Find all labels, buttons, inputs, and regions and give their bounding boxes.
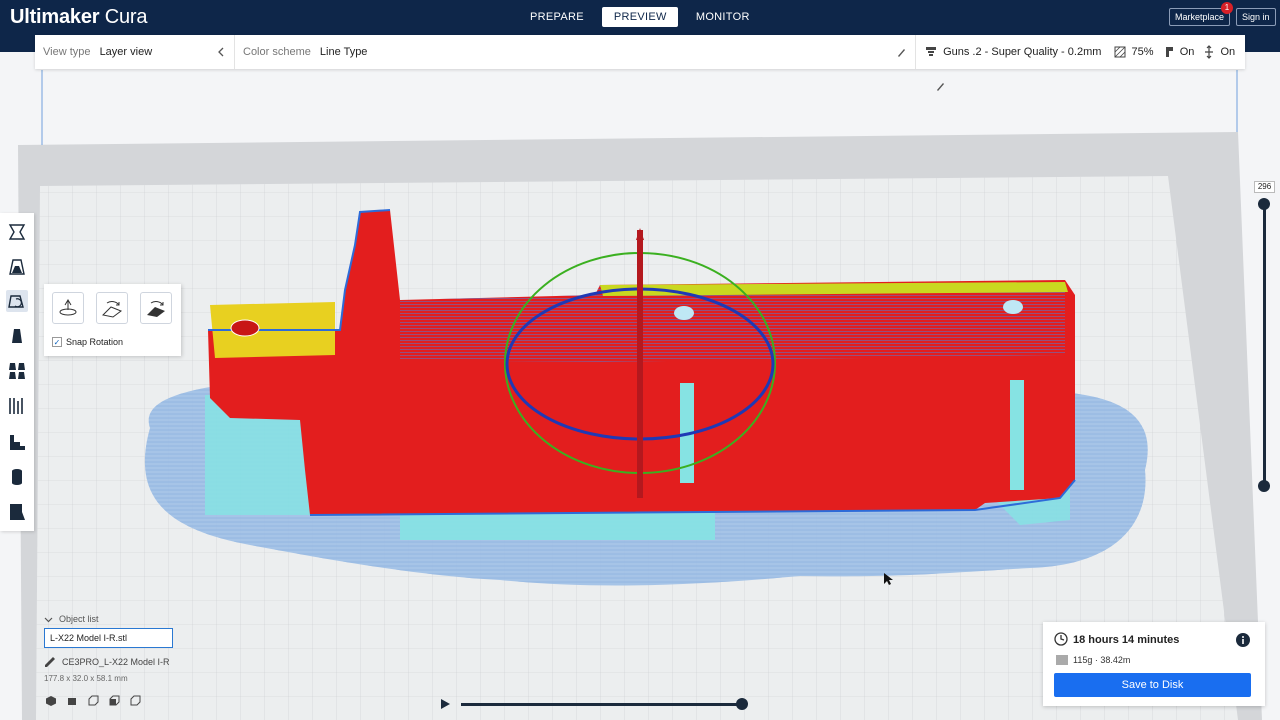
- print-setup-selector[interactable]: Guns .2 - Super Quality - 0.2mm 75% On O…: [925, 35, 1245, 91]
- layer-slider-lower-handle[interactable]: [1258, 480, 1270, 492]
- profile-value: Guns .2 - Super Quality - 0.2mm: [943, 46, 1102, 58]
- tab-monitor[interactable]: MONITOR: [684, 7, 762, 27]
- divider: [915, 35, 916, 69]
- select-face-icon: [147, 301, 165, 317]
- tab-prepare[interactable]: PREPARE: [518, 7, 596, 27]
- support-tip-1: [674, 306, 694, 320]
- info-icon[interactable]: [1236, 633, 1250, 647]
- marketplace-badge: 1: [1221, 2, 1233, 14]
- print-info-panel: 18 hours 14 minutes 115g · 38.42m Save t…: [1043, 622, 1265, 706]
- support-pin-right: [1010, 380, 1024, 490]
- select-face-button[interactable]: [140, 292, 172, 324]
- front-view-icon[interactable]: [66, 695, 78, 707]
- infill-icon: [1114, 46, 1126, 58]
- support-icon: [1165, 47, 1173, 57]
- color-scheme-value: Line Type: [319, 46, 368, 58]
- top-view-icon[interactable]: [87, 695, 99, 707]
- tab-preview[interactable]: PREVIEW: [601, 7, 678, 27]
- model-hole: [230, 319, 260, 337]
- mirror-tool-icon[interactable]: [6, 325, 28, 347]
- adhesion-icon: [1205, 45, 1214, 59]
- open-file-icon[interactable]: [6, 221, 28, 243]
- path-slider-handle[interactable]: [736, 698, 748, 710]
- cylinder-icon[interactable]: [6, 466, 28, 488]
- support-value: On: [1179, 46, 1195, 58]
- cura-window: Ultimaker Cura PREPARE PREVIEW MONITOR M…: [0, 0, 1280, 720]
- chevron-down-icon: [44, 617, 53, 622]
- custom-support-icon[interactable]: [6, 501, 28, 523]
- view-type-value: Layer view: [99, 46, 153, 58]
- rotate-tool-panel: ✓ Snap Rotation: [44, 284, 181, 356]
- play-icon[interactable]: [439, 698, 451, 710]
- app-logo: Ultimaker Cura: [10, 6, 148, 28]
- lay-flat-icon: [101, 301, 123, 318]
- print-time: 18 hours 14 minutes: [1073, 634, 1180, 646]
- snap-rotation-label: Snap Rotation: [66, 337, 124, 347]
- object-list-label: Object list: [59, 614, 99, 624]
- model-dimensions: 177.8 x 32.0 x 58.1 mm: [44, 674, 128, 683]
- pencil-icon[interactable]: [935, 69, 945, 103]
- signin-button[interactable]: Sign in: [1236, 8, 1276, 26]
- pencil-icon: [45, 657, 55, 667]
- infill-value: 75%: [1131, 46, 1154, 58]
- color-scheme-label: Color scheme: [243, 46, 311, 58]
- lay-flat-button[interactable]: [96, 292, 128, 324]
- layer-slider-upper-handle[interactable]: [1258, 198, 1270, 210]
- camera-view-buttons: [45, 695, 141, 707]
- divider: [234, 35, 235, 69]
- snap-rotation-checkbox[interactable]: ✓ Snap Rotation: [52, 337, 123, 347]
- 3d-view-icon[interactable]: [45, 695, 57, 707]
- job-name-text: CE3PRO_L-X22 Model I-R: [62, 657, 170, 667]
- object-list-item[interactable]: L-X22 Model I-R.stl: [44, 628, 173, 648]
- per-model-settings-icon[interactable]: [6, 360, 28, 382]
- spool-icon: [1056, 655, 1068, 665]
- tool-sidebar: [0, 213, 34, 531]
- view-type-selector[interactable]: View type Layer view: [43, 35, 152, 69]
- adhesion-value: On: [1220, 46, 1236, 58]
- path-slider-track[interactable]: [461, 703, 743, 706]
- left-view-icon[interactable]: [108, 695, 120, 707]
- chevron-left-icon[interactable]: [216, 35, 226, 69]
- reset-icon: [59, 299, 77, 316]
- profile-icon: [926, 47, 936, 56]
- color-scheme-selector[interactable]: Color scheme Line Type: [243, 35, 367, 69]
- clock-icon: [1054, 632, 1068, 646]
- layer-slider-track[interactable]: [1263, 204, 1266, 486]
- pencil-icon[interactable]: [896, 35, 906, 69]
- right-view-icon[interactable]: [129, 695, 141, 707]
- view-settings-bar: View type Layer view Color scheme Line T…: [35, 35, 1245, 91]
- job-name[interactable]: CE3PRO_L-X22 Model I-R: [44, 656, 170, 668]
- material-usage: 115g · 38.42m: [1073, 655, 1131, 665]
- save-to-disk-button[interactable]: Save to Disk: [1054, 673, 1251, 697]
- stage-tabs: PREPARE PREVIEW MONITOR: [518, 7, 762, 27]
- rotate-gizmo-red[interactable]: [637, 230, 643, 498]
- checkmark-icon: ✓: [52, 337, 62, 347]
- move-tool-icon[interactable]: [6, 256, 28, 278]
- support-blocker-icon[interactable]: [6, 395, 28, 417]
- layer-number-field[interactable]: 296: [1254, 181, 1275, 193]
- rotate-tool-icon[interactable]: [6, 290, 28, 312]
- view-type-label: View type: [43, 46, 91, 58]
- reset-rotation-button[interactable]: [52, 292, 84, 324]
- layer-height-icon[interactable]: [6, 431, 28, 453]
- object-list-toggle[interactable]: Object list: [44, 614, 99, 624]
- support-tip-2: [1003, 300, 1023, 314]
